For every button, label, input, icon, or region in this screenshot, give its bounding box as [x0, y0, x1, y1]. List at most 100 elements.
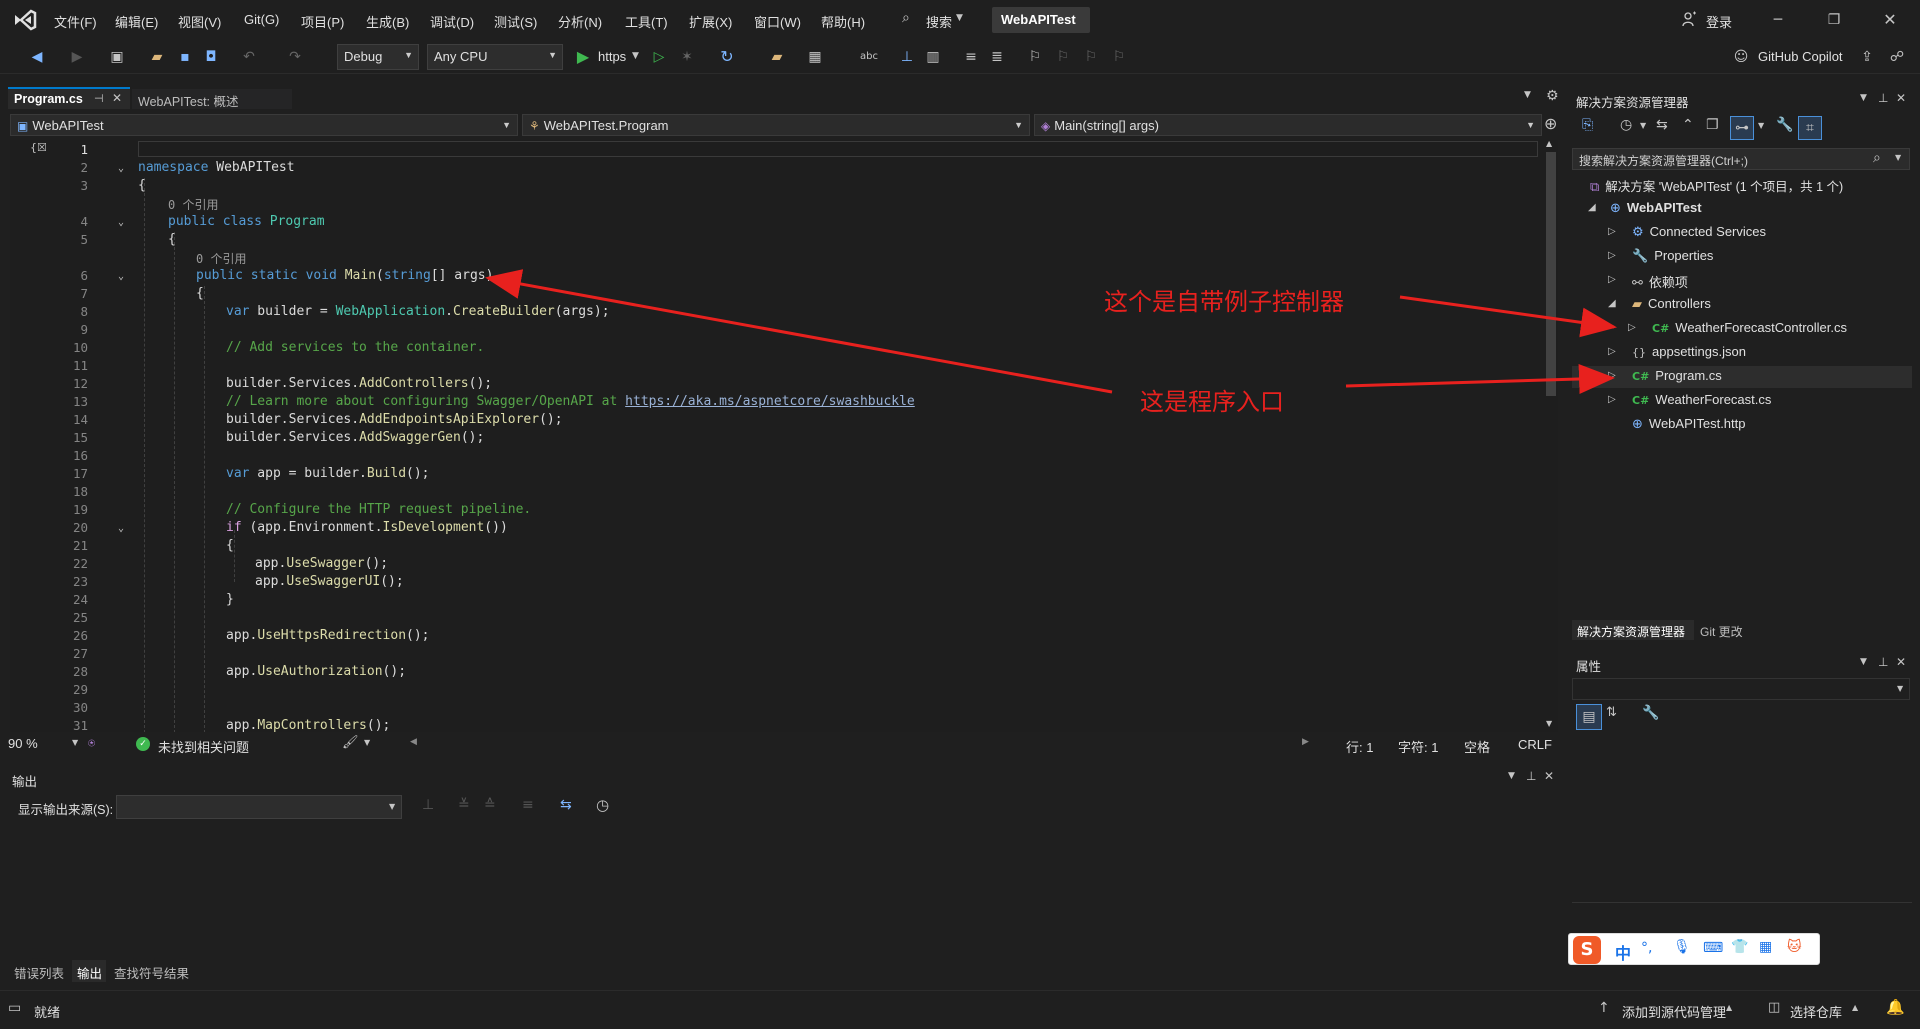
scroll-up-icon[interactable]: ▲ — [1546, 140, 1552, 148]
pin-icon[interactable]: ⊥ — [1878, 92, 1888, 104]
punctuation-icon[interactable]: °, — [1641, 941, 1652, 955]
tree-item-connected-services[interactable]: ⚙ Connected Services — [1632, 224, 1766, 239]
run-target-label[interactable]: https — [598, 49, 626, 64]
chevron-down-icon[interactable]: ▼ — [1895, 154, 1901, 162]
tab-find-symbol-results[interactable]: 查找符号结果 — [114, 963, 189, 982]
mascot-icon[interactable]: 🐱 — [1787, 940, 1802, 954]
scrollbar-thumb[interactable] — [1546, 152, 1556, 396]
indent-mode[interactable]: 空格 — [1464, 737, 1490, 756]
share-icon[interactable]: ⇪ — [1856, 46, 1878, 68]
close-tab-icon[interactable]: ✕ — [112, 92, 122, 104]
split-editor-icon[interactable]: ⊕ — [1544, 116, 1557, 132]
line-position[interactable]: 行: 1 — [1346, 737, 1373, 756]
chevron-up-icon[interactable]: ▲ — [1726, 1004, 1732, 1012]
line-ending[interactable]: CRLF — [1518, 737, 1552, 752]
property-pages-icon[interactable]: 🔧 — [1642, 706, 1659, 720]
menu-git[interactable]: Git(G) — [244, 12, 279, 27]
codelens-references[interactable]: 0 个引用 — [196, 250, 246, 267]
step-icon[interactable]: ⊥ — [896, 46, 918, 68]
chevron-down-icon[interactable]: ▼ — [1758, 122, 1764, 130]
add-to-source-control[interactable]: 添加到源代码管理 — [1622, 1002, 1726, 1021]
chevron-up-icon[interactable]: ▲ — [1852, 1004, 1858, 1012]
browse-folder-icon[interactable]: ▰ — [766, 46, 788, 68]
menu-build[interactable]: 生成(B) — [366, 12, 409, 31]
menu-extensions[interactable]: 扩展(X) — [689, 12, 732, 31]
tab-program-cs[interactable]: Program.cs ⊣ ✕ — [8, 87, 130, 109]
expand-triangle-icon[interactable]: ◢ — [1588, 202, 1596, 213]
sync-active-document-icon[interactable]: ⇆ — [1656, 118, 1668, 132]
redo-icon[interactable]: ↷ — [284, 46, 306, 68]
tree-project[interactable]: ⊕ WebAPITest — [1610, 200, 1702, 215]
project-dropdown[interactable]: ▣ WebAPITest ▼ — [10, 114, 518, 136]
spellcheck-icon[interactable]: abc — [858, 46, 880, 68]
member-dropdown[interactable]: ◈ Main(string[] args) ▼ — [1034, 114, 1542, 136]
menu-debug[interactable]: 调试(D) — [430, 12, 474, 31]
bookmark-clear-icon[interactable]: ⚐ — [1108, 46, 1130, 68]
collapsed-triangle-icon[interactable]: ▷ — [1608, 346, 1616, 357]
configuration-select[interactable]: Debug ▼ — [337, 44, 419, 70]
collapsed-triangle-icon[interactable]: ▷ — [1608, 394, 1616, 405]
tree-item-program-cs[interactable]: C# Program.cs — [1632, 368, 1722, 383]
tree-solution[interactable]: ⧉ 解决方案 'WebAPITest' (1 个项目，共 1 个) — [1590, 176, 1843, 195]
collapsed-triangle-icon[interactable]: ▷ — [1608, 226, 1616, 237]
preview-selected-icon[interactable]: ⌗ — [1798, 116, 1822, 140]
fold-toggle-icon[interactable]: ⌄ — [118, 217, 124, 228]
close-panel-icon[interactable]: ✕ — [1896, 656, 1906, 668]
minimize-icon[interactable]: ─ — [1766, 8, 1790, 32]
menu-test[interactable]: 测试(S) — [494, 12, 537, 31]
tab-list-dropdown-icon[interactable]: ▼ — [1524, 91, 1531, 100]
char-position[interactable]: 字符: 1 — [1398, 737, 1438, 756]
fold-toggle-icon[interactable]: ⌄ — [118, 163, 124, 174]
categorized-icon[interactable]: ▤ — [1576, 704, 1602, 730]
tree-item-appsettings[interactable]: {} appsettings.json — [1632, 344, 1746, 359]
chevron-down-icon[interactable]: ▼ — [632, 52, 639, 61]
tree-item-dependencies[interactable]: ⚯ 依赖项 — [1632, 272, 1688, 291]
chevron-down-icon[interactable]: ▼ — [364, 739, 370, 747]
issues-status[interactable]: 未找到相关问题 — [158, 737, 249, 756]
find-in-output-icon[interactable]: ⊥ — [422, 798, 434, 812]
panel-menu-icon[interactable]: ▼ — [1860, 94, 1867, 103]
restore-icon[interactable]: ❐ — [1822, 8, 1846, 32]
scroll-down-icon[interactable]: ▼ — [1546, 720, 1552, 728]
comment-icon[interactable]: ≡ — [960, 46, 982, 68]
collapsed-triangle-icon[interactable]: ▷ — [1608, 274, 1616, 285]
tab-webapitest-overview[interactable]: WebAPITest: 概述 — [132, 89, 292, 109]
menu-view[interactable]: 视图(V) — [178, 12, 221, 31]
menu-analyze[interactable]: 分析(N) — [558, 12, 602, 31]
collapse-all-icon[interactable]: ⌃ — [1682, 118, 1694, 132]
prev-message-icon[interactable]: ≚ — [458, 798, 470, 812]
fold-toggle-icon[interactable]: ⌄ — [118, 523, 124, 534]
filter-icon[interactable]: ⊶ — [1730, 116, 1754, 140]
code-cleanup-icon[interactable]: 🖌 — [342, 736, 359, 749]
toolbox-icon[interactable]: ▦ — [1759, 940, 1772, 954]
collapsed-triangle-icon[interactable]: ▷ — [1608, 370, 1616, 381]
close-window-icon[interactable]: ✕ — [1878, 8, 1902, 32]
compare-icon[interactable]: ▥ — [922, 46, 944, 68]
copilot-status-icon[interactable]: ⍟ — [88, 737, 95, 749]
pin-icon[interactable]: ⊥ — [1526, 770, 1536, 782]
pin-icon[interactable]: ⊥ — [1878, 656, 1888, 668]
output-source-select[interactable]: ▼ — [116, 795, 402, 819]
panel-menu-icon[interactable]: ▼ — [1508, 772, 1515, 781]
menu-project[interactable]: 项目(P) — [301, 12, 344, 31]
uncomment-icon[interactable]: ≣ — [986, 46, 1008, 68]
select-repository[interactable]: 选择仓库 — [1790, 1002, 1842, 1021]
codelens-references[interactable]: 0 个引用 — [168, 196, 218, 213]
bookmark-next-icon[interactable]: ⚐ — [1080, 46, 1102, 68]
menu-file[interactable]: 文件(F) — [54, 12, 97, 31]
github-copilot-label[interactable]: GitHub Copilot — [1758, 49, 1843, 64]
close-panel-icon[interactable]: ✕ — [1896, 92, 1906, 104]
word-wrap-icon[interactable]: ⇆ — [560, 798, 572, 812]
pending-changes-filter-icon[interactable]: ◷ — [1620, 118, 1632, 132]
skin-icon[interactable]: 👕 — [1731, 940, 1748, 954]
clear-all-icon[interactable]: ≡ — [522, 798, 534, 812]
timestamp-icon[interactable]: ◷ — [596, 798, 609, 813]
hot-reload-icon[interactable]: ✶ — [676, 46, 698, 68]
run-without-debug-icon[interactable]: ▷ — [648, 46, 670, 68]
ime-toolbar[interactable]: S 中 °, 🎙 ⌨ 👕 ▦ 🐱 — [1568, 933, 1820, 965]
restart-icon[interactable]: ↻ — [716, 46, 738, 68]
notification-status-icon[interactable]: ▭ — [8, 1001, 21, 1015]
microphone-icon[interactable]: 🎙 — [1673, 940, 1691, 954]
visual-studio-logo-icon[interactable] — [12, 8, 38, 32]
tree-item-weatherforecast[interactable]: C# WeatherForecast.cs — [1632, 392, 1771, 407]
